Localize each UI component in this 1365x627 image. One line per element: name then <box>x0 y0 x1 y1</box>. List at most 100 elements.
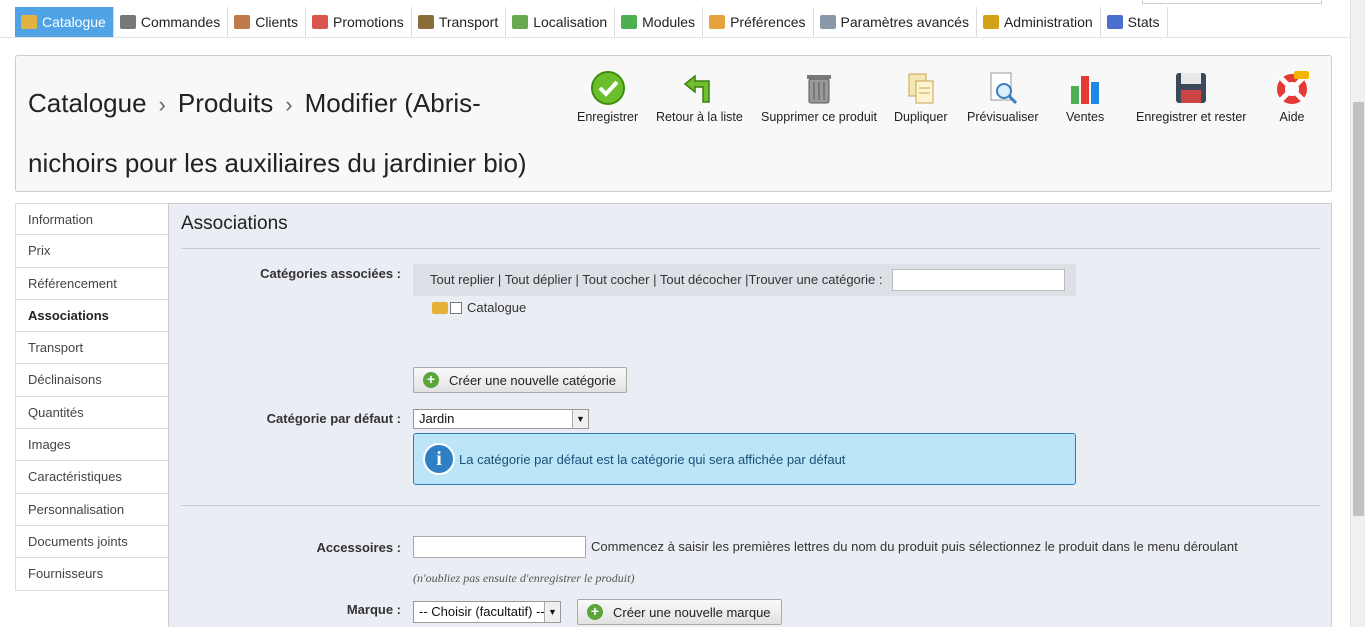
accessories-hint: Commencez à saisir les premières lettres… <box>591 539 1238 554</box>
side-menu-item[interactable]: Information <box>15 203 169 236</box>
tree-links: Tout replier | Tout déplier | Tout coche… <box>430 272 883 287</box>
help-button[interactable]: Aide <box>1274 70 1310 124</box>
floppy-disk-icon <box>1176 73 1207 103</box>
plus-icon: + <box>587 604 603 620</box>
trash-icon <box>807 75 832 104</box>
associations-panel: Associations Catégories associées : Tout… <box>168 203 1332 627</box>
default-category-label: Catégorie par défaut : <box>266 411 401 426</box>
nav-tab-label: Stats <box>1127 14 1160 30</box>
header-search-box[interactable] <box>1142 0 1322 4</box>
edit-icon <box>709 15 726 29</box>
side-menu-item[interactable]: Transport <box>15 332 169 365</box>
side-menu-item[interactable]: Images <box>15 429 169 462</box>
section-title: Associations <box>181 213 288 234</box>
nav-tab-label: Administration <box>1003 14 1093 30</box>
vertical-scrollbar[interactable] <box>1350 0 1365 627</box>
brand-value: -- Choisir (facultatif) -- <box>419 604 545 619</box>
nav-tab-promotions[interactable]: Promotions <box>306 7 412 37</box>
back-label: Retour à la liste <box>656 110 743 124</box>
nav-tab-label: Clients <box>255 14 298 30</box>
delete-product-button[interactable]: Supprimer ce produit <box>761 70 877 124</box>
side-menu-item[interactable]: Documents joints <box>15 525 169 559</box>
plus-icon: + <box>423 372 439 388</box>
side-menu-item[interactable]: Fournisseurs <box>15 558 169 591</box>
nav-tab-localisation[interactable]: Localisation <box>506 7 616 37</box>
accessories-note: (n'oubliez pas ensuite d'enregistrer le … <box>413 571 635 585</box>
checkmark-icon <box>590 71 625 105</box>
nav-tab-clients[interactable]: Clients <box>228 7 306 37</box>
key-icon <box>982 15 999 29</box>
bar-chart-icon <box>1071 76 1100 104</box>
duplicate-button[interactable]: Dupliquer <box>894 70 948 124</box>
page-header: Catalogue › Produits › Modifier (Abris-nicho… <box>15 55 1332 192</box>
nav-tab-label: Localisation <box>533 14 608 30</box>
side-menu-item[interactable]: Associations <box>15 299 169 333</box>
nav-tab-catalogue[interactable]: Catalogue <box>15 7 114 37</box>
nav-tab-pr-f-rences[interactable]: Préférences <box>703 7 814 37</box>
side-menu-item[interactable]: Caractéristiques <box>15 461 169 494</box>
back-to-list-button[interactable]: Retour à la liste <box>656 70 743 124</box>
nav-tab-administration[interactable]: Administration <box>977 7 1101 37</box>
lifebuoy-icon <box>1277 71 1309 104</box>
folder-icon <box>21 15 37 29</box>
save-and-stay-button[interactable]: Enregistrer et rester <box>1136 70 1246 124</box>
nav-tab-label: Modules <box>642 14 696 30</box>
cart-icon <box>119 15 136 29</box>
nav-tab-label: Transport <box>438 14 499 30</box>
nav-tab-modules[interactable]: Modules <box>615 7 704 37</box>
nav-tab-commandes[interactable]: Commandes <box>114 7 229 37</box>
preview-label: Prévisualiser <box>967 110 1039 124</box>
tree-node-catalogue[interactable]: Catalogue <box>432 300 526 315</box>
category-tree-toolbar: Tout replier | Tout déplier | Tout coche… <box>413 264 1076 296</box>
default-category-select[interactable]: Jardin ▼ <box>413 409 589 429</box>
chart-icon <box>1106 15 1123 29</box>
category-checkbox[interactable] <box>450 301 462 314</box>
save-button[interactable]: Enregistrer <box>577 70 638 124</box>
nav-tab-label: Commandes <box>140 14 221 30</box>
magnifier-icon <box>990 72 1017 105</box>
preview-button[interactable]: Prévisualiser <box>967 70 1039 124</box>
nav-tab-param-tres-avanc-s[interactable]: Paramètres avancés <box>814 7 977 37</box>
tag-icon <box>312 15 328 29</box>
puzzle-icon <box>621 15 638 29</box>
top-nav: Catalogue Commandes Clients Promotions Trans… <box>0 0 1350 38</box>
create-category-button[interactable]: + Créer une nouvelle catégorie <box>413 367 627 393</box>
info-text: La catégorie par défaut est la catégorie… <box>459 452 846 467</box>
nav-tabs: Catalogue Commandes Clients Promotions Trans… <box>15 7 1168 37</box>
find-category-label: Trouver une catégorie : <box>748 272 883 287</box>
side-menu-item[interactable]: Déclinaisons <box>15 364 169 397</box>
chevron-down-icon: ▼ <box>544 602 560 622</box>
nav-tab-label: Paramètres avancés <box>840 14 969 30</box>
nav-tab-label: Catalogue <box>42 14 106 30</box>
brand-label: Marque : <box>346 602 401 617</box>
categories-label: Catégories associées : <box>260 266 401 281</box>
toolbar: Enregistrer Retour à la liste Supprimer … <box>16 70 1331 140</box>
divider <box>181 248 1320 249</box>
expand-all-link[interactable]: Tout déplier <box>505 272 572 287</box>
brand-select[interactable]: -- Choisir (facultatif) -- ▼ <box>413 601 561 623</box>
check-all-link[interactable]: Tout cocher <box>582 272 649 287</box>
user-icon <box>234 15 251 29</box>
sales-button[interactable]: Ventes <box>1066 70 1104 124</box>
duplicate-icon <box>908 73 934 104</box>
nav-tab-transport[interactable]: Transport <box>412 7 507 37</box>
globe-icon <box>512 15 529 29</box>
side-menu-item[interactable]: Personnalisation <box>15 493 169 526</box>
collapse-all-link[interactable]: Tout replier <box>430 272 494 287</box>
accessories-input[interactable] <box>413 536 586 558</box>
scrollbar-thumb[interactable] <box>1353 102 1364 516</box>
find-category-input[interactable] <box>892 269 1065 291</box>
create-brand-button[interactable]: + Créer une nouvelle marque <box>577 599 782 625</box>
nav-tab-label: Préférences <box>730 14 806 30</box>
side-menu-item[interactable]: Référencement <box>15 267 169 300</box>
chevron-down-icon: ▼ <box>572 410 588 428</box>
side-menu-item[interactable]: Prix <box>15 235 169 268</box>
info-icon: i <box>423 443 455 475</box>
create-brand-label: Créer une nouvelle marque <box>613 604 771 620</box>
accessories-label: Accessoires : <box>316 540 401 555</box>
save-label: Enregistrer <box>577 110 639 124</box>
nav-tab-stats[interactable]: Stats <box>1101 7 1168 37</box>
uncheck-all-link[interactable]: Tout décocher <box>660 272 742 287</box>
side-menu-item[interactable]: Quantités <box>15 396 169 430</box>
default-category-value: Jardin <box>419 411 455 426</box>
